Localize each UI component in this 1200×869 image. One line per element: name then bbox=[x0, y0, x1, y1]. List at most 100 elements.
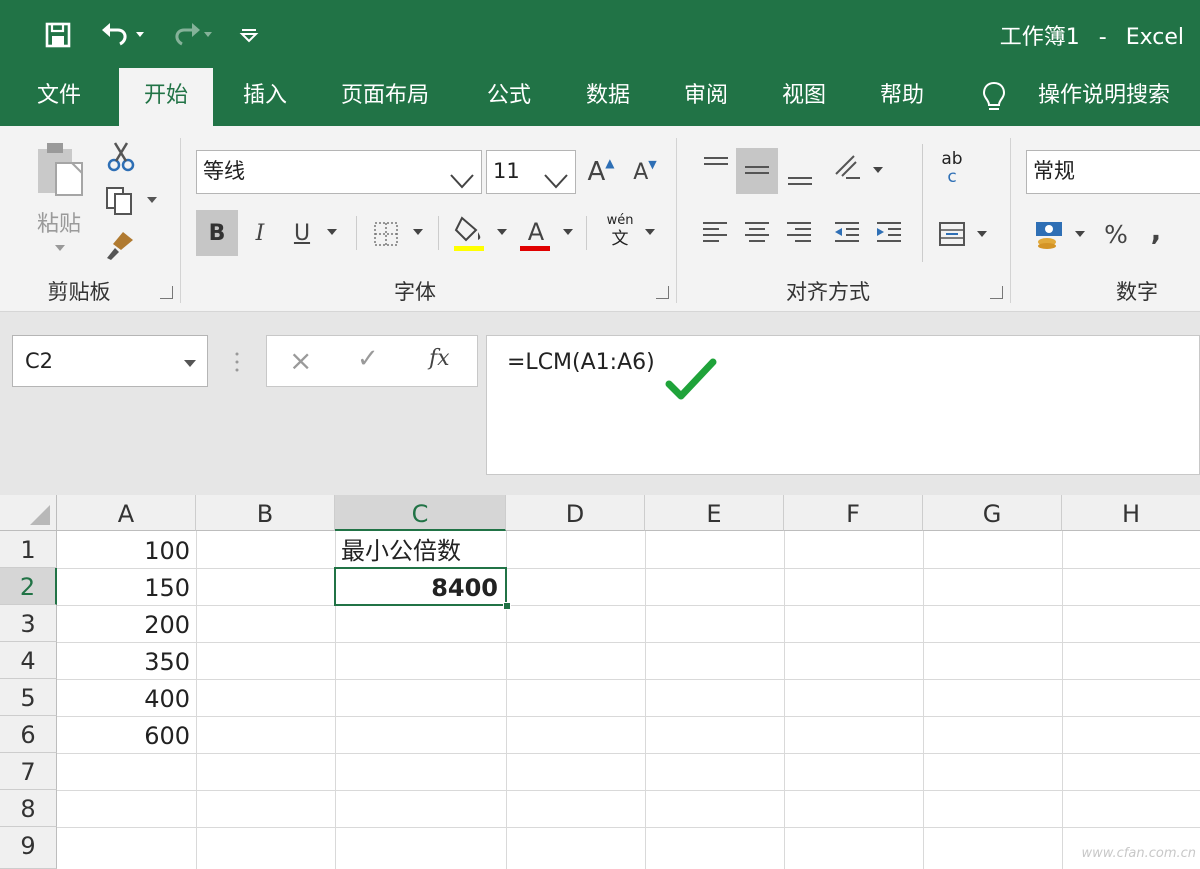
bottom-align-icon[interactable] bbox=[780, 154, 820, 194]
tab-file[interactable]: 文件 bbox=[20, 68, 98, 126]
enter-icon[interactable]: ✓ bbox=[357, 344, 379, 374]
row-header[interactable]: 2 bbox=[0, 568, 57, 605]
undo-icon[interactable] bbox=[96, 18, 150, 52]
app-name: Excel bbox=[1125, 25, 1184, 50]
cancel-icon[interactable]: × bbox=[289, 344, 312, 377]
row-header[interactable]: 3 bbox=[0, 605, 57, 642]
chevron-down-icon[interactable] bbox=[449, 163, 475, 193]
column-header[interactable]: A bbox=[57, 495, 196, 531]
paste-icon[interactable] bbox=[30, 138, 94, 204]
font-name-box[interactable]: 等线 bbox=[196, 150, 482, 194]
tab-formulas[interactable]: 公式 bbox=[470, 68, 548, 126]
top-align-icon[interactable] bbox=[696, 148, 736, 188]
orientation-icon[interactable] bbox=[828, 148, 868, 188]
orientation-dropdown-icon[interactable] bbox=[868, 160, 888, 180]
divider bbox=[356, 216, 357, 250]
merge-dropdown-icon[interactable] bbox=[972, 224, 992, 244]
cut-icon[interactable] bbox=[102, 138, 140, 176]
borders-icon[interactable] bbox=[368, 216, 404, 252]
alignment-launcher-icon[interactable] bbox=[990, 286, 1003, 299]
tell-me-search[interactable]: 操作说明搜索 bbox=[1024, 68, 1184, 126]
increase-indent-icon[interactable] bbox=[870, 212, 908, 252]
row-header[interactable]: 5 bbox=[0, 679, 57, 716]
wrap-text-button[interactable]: ab c bbox=[934, 150, 970, 194]
merge-center-icon[interactable] bbox=[934, 214, 970, 254]
column-header[interactable]: F bbox=[784, 495, 923, 531]
row-header[interactable]: 4 bbox=[0, 642, 57, 679]
column-header[interactable]: G bbox=[923, 495, 1062, 531]
column-header[interactable]: D bbox=[506, 495, 645, 531]
row-header[interactable]: 1 bbox=[0, 531, 57, 568]
row-header[interactable]: 7 bbox=[0, 753, 57, 790]
column-header[interactable]: H bbox=[1062, 495, 1200, 531]
cell-a1[interactable]: 100 bbox=[57, 531, 196, 568]
insert-function-icon[interactable]: fx bbox=[429, 346, 450, 371]
font-size-box[interactable]: 11 bbox=[486, 150, 576, 194]
increase-font-size-button[interactable]: A ▲ bbox=[584, 152, 618, 192]
column-header[interactable]: C bbox=[335, 495, 506, 531]
font-launcher-icon[interactable] bbox=[656, 286, 669, 299]
select-all-corner[interactable] bbox=[0, 495, 57, 531]
font-color-dropdown-icon[interactable] bbox=[558, 222, 578, 242]
accounting-dropdown-icon[interactable] bbox=[1070, 224, 1090, 244]
copy-icon[interactable] bbox=[100, 182, 140, 218]
column-header[interactable]: B bbox=[196, 495, 335, 531]
tab-view[interactable]: 视图 bbox=[765, 68, 843, 126]
decrease-indent-icon[interactable] bbox=[828, 212, 866, 252]
tab-home[interactable]: 开始 bbox=[119, 68, 213, 126]
tab-review[interactable]: 审阅 bbox=[667, 68, 745, 126]
align-right-icon[interactable] bbox=[780, 212, 818, 252]
divider bbox=[922, 144, 923, 262]
row-header[interactable]: 6 bbox=[0, 716, 57, 753]
tab-page-layout[interactable]: 页面布局 bbox=[326, 68, 444, 126]
cell-a4[interactable]: 350 bbox=[57, 642, 196, 679]
customize-quick-access-icon[interactable] bbox=[234, 18, 264, 52]
row-header[interactable]: 8 bbox=[0, 790, 57, 827]
grip-icon[interactable] bbox=[234, 350, 240, 374]
percent-button[interactable]: % bbox=[1098, 214, 1134, 254]
decrease-font-size-button[interactable]: A ▼ bbox=[628, 152, 662, 192]
underline-dropdown-icon[interactable] bbox=[322, 222, 342, 242]
clipboard-launcher-icon[interactable] bbox=[160, 286, 173, 299]
borders-dropdown-icon[interactable] bbox=[408, 222, 428, 242]
italic-button[interactable]: I bbox=[244, 210, 276, 256]
phonetic-guide-button[interactable]: wén 文 bbox=[600, 212, 640, 256]
lightbulb-icon[interactable] bbox=[976, 78, 1012, 116]
fill-color-dropdown-icon[interactable] bbox=[492, 222, 512, 242]
cell-c1[interactable]: 最小公倍数 bbox=[341, 531, 506, 568]
cell-a6[interactable]: 600 bbox=[57, 716, 196, 753]
column-header[interactable]: E bbox=[645, 495, 784, 531]
paste-dropdown-icon[interactable] bbox=[50, 238, 70, 258]
cell-a3[interactable]: 200 bbox=[57, 605, 196, 642]
tab-data[interactable]: 数据 bbox=[569, 68, 647, 126]
phonetic-dropdown-icon[interactable] bbox=[640, 222, 660, 242]
tab-help[interactable]: 帮助 bbox=[863, 68, 941, 126]
name-box[interactable]: C2 bbox=[12, 335, 208, 387]
align-left-icon[interactable] bbox=[696, 212, 734, 252]
format-painter-icon[interactable] bbox=[100, 226, 140, 264]
save-icon[interactable] bbox=[40, 18, 76, 52]
tab-insert[interactable]: 插入 bbox=[226, 68, 304, 126]
cell-a5[interactable]: 400 bbox=[57, 679, 196, 716]
formula-buttons: × ✓ fx bbox=[266, 335, 478, 387]
font-color-button[interactable]: A bbox=[516, 210, 556, 254]
align-center-icon[interactable] bbox=[738, 212, 776, 252]
paste-label[interactable]: 粘贴 bbox=[32, 206, 86, 238]
comma-button[interactable]: , bbox=[1142, 210, 1170, 250]
chevron-down-icon[interactable] bbox=[543, 163, 569, 193]
name-box-dropdown-icon[interactable] bbox=[183, 336, 197, 386]
group-divider bbox=[180, 138, 181, 303]
accounting-format-icon[interactable] bbox=[1030, 214, 1070, 254]
title-separator: - bbox=[1098, 25, 1107, 50]
cell-a2[interactable]: 150 bbox=[57, 568, 196, 605]
fill-color-icon[interactable] bbox=[450, 210, 490, 254]
row-header[interactable]: 9 bbox=[0, 827, 57, 869]
fill-handle[interactable] bbox=[503, 602, 511, 610]
copy-dropdown-icon[interactable] bbox=[142, 192, 162, 208]
formula-input[interactable]: =LCM(A1:A6) bbox=[486, 335, 1200, 475]
bold-button[interactable]: B bbox=[196, 210, 238, 256]
redo-icon[interactable] bbox=[164, 18, 218, 52]
middle-align-icon[interactable] bbox=[736, 148, 778, 194]
underline-button[interactable]: U bbox=[286, 210, 318, 256]
number-format-box[interactable]: 常规 bbox=[1026, 150, 1200, 194]
